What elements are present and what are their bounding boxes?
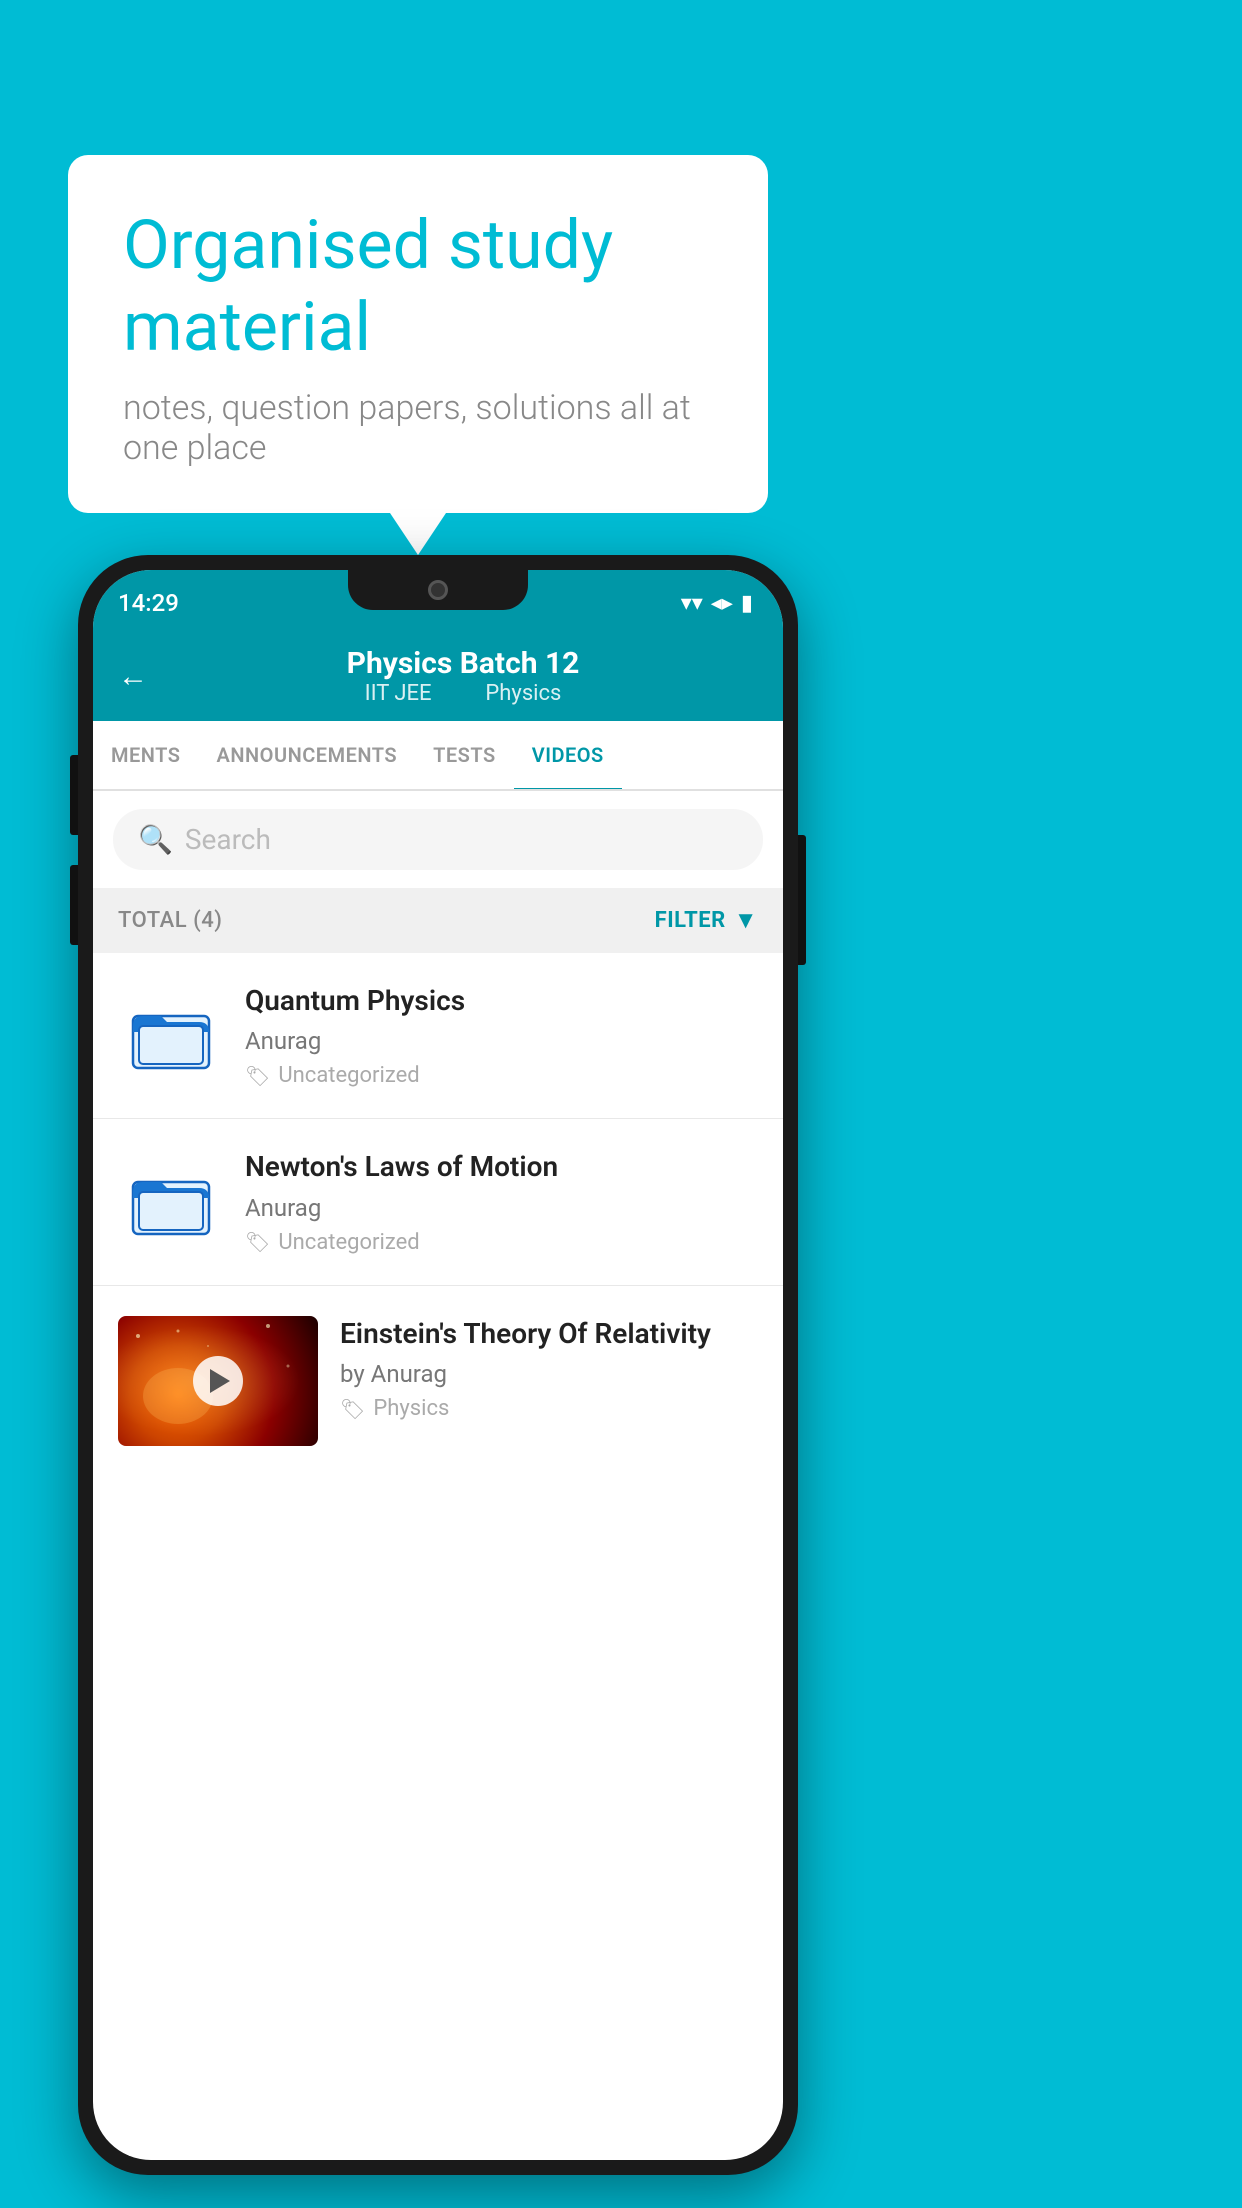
video-tag-3: 🏷 Physics bbox=[340, 1396, 758, 1421]
play-button[interactable] bbox=[193, 1356, 243, 1406]
tab-videos[interactable]: VIDEOS bbox=[514, 721, 622, 789]
play-triangle-icon bbox=[210, 1369, 230, 1393]
filter-label: FILTER bbox=[655, 908, 726, 933]
filter-bar: TOTAL (4) FILTER ▼ bbox=[93, 888, 783, 953]
video-title-2: Newton's Laws of Motion bbox=[245, 1149, 758, 1185]
search-icon: 🔍 bbox=[138, 823, 173, 856]
tag-icon: 🏷 bbox=[245, 1064, 270, 1088]
power-button[interactable] bbox=[798, 835, 806, 965]
total-count: TOTAL (4) bbox=[118, 908, 222, 933]
video-tag-2: 🏷 Uncategorized bbox=[245, 1230, 758, 1255]
tag-label-1: Uncategorized bbox=[278, 1063, 419, 1088]
video-author-1: Anurag bbox=[245, 1027, 758, 1055]
battery-icon: ▮ bbox=[741, 591, 753, 616]
header-title-block: Physics Batch 12 IIT JEE Physics bbox=[168, 646, 758, 706]
video-thumbnail-1 bbox=[118, 983, 223, 1088]
header-subtitle-physics: Physics bbox=[485, 681, 561, 706]
status-time: 14:29 bbox=[118, 589, 179, 617]
speech-bubble-container: Organised study material notes, question… bbox=[68, 155, 768, 513]
wifi-icon: ▾▾ bbox=[681, 591, 703, 616]
list-item[interactable]: Quantum Physics Anurag 🏷 Uncategorized bbox=[93, 953, 783, 1119]
video-tag-1: 🏷 Uncategorized bbox=[245, 1063, 758, 1088]
header-subtitle-iitjee: IIT JEE bbox=[365, 681, 432, 706]
tab-ments[interactable]: MENTS bbox=[93, 721, 199, 789]
folder-icon bbox=[131, 998, 211, 1073]
folder-icon bbox=[131, 1164, 211, 1239]
phone-screen: 14:29 ▾▾ ◂▸ ▮ ← Physics Batch 12 IIT JEE… bbox=[93, 570, 783, 2160]
back-button[interactable]: ← bbox=[118, 659, 148, 694]
tabs-bar: MENTS ANNOUNCEMENTS TESTS VIDEOS bbox=[93, 721, 783, 791]
filter-icon: ▼ bbox=[734, 906, 758, 935]
filter-button[interactable]: FILTER ▼ bbox=[655, 906, 758, 935]
phone-frame: 14:29 ▾▾ ◂▸ ▮ ← Physics Batch 12 IIT JEE… bbox=[78, 555, 798, 2175]
video-thumbnail-2 bbox=[118, 1149, 223, 1254]
signal-icon: ◂▸ bbox=[711, 591, 733, 616]
header-subtitle: IIT JEE Physics bbox=[168, 681, 758, 706]
video-author-2: Anurag bbox=[245, 1194, 758, 1222]
tag-icon: 🏷 bbox=[245, 1230, 270, 1254]
phone-notch bbox=[348, 570, 528, 610]
video-thumbnail-3 bbox=[118, 1316, 318, 1446]
speech-bubble-title: Organised study material bbox=[123, 205, 713, 368]
list-item[interactable]: Einstein's Theory Of Relativity by Anura… bbox=[93, 1286, 783, 1471]
speech-bubble-subtitle: notes, question papers, solutions all at… bbox=[123, 388, 713, 468]
tag-label-3: Physics bbox=[373, 1396, 449, 1421]
status-icons: ▾▾ ◂▸ ▮ bbox=[681, 591, 753, 616]
header-subtitle-separator bbox=[453, 681, 464, 706]
list-item[interactable]: Newton's Laws of Motion Anurag 🏷 Uncateg… bbox=[93, 1119, 783, 1285]
page-title: Physics Batch 12 bbox=[168, 646, 758, 681]
video-title-3: Einstein's Theory Of Relativity bbox=[340, 1316, 758, 1352]
video-list: Quantum Physics Anurag 🏷 Uncategorized bbox=[93, 953, 783, 1471]
tab-announcements[interactable]: ANNOUNCEMENTS bbox=[199, 721, 416, 789]
tag-label-2: Uncategorized bbox=[278, 1230, 419, 1255]
video-info-1: Quantum Physics Anurag 🏷 Uncategorized bbox=[245, 983, 758, 1088]
search-placeholder: Search bbox=[185, 823, 271, 856]
tag-icon: 🏷 bbox=[340, 1397, 365, 1421]
video-title-1: Quantum Physics bbox=[245, 983, 758, 1019]
volume-down-button[interactable] bbox=[70, 865, 78, 945]
tab-tests[interactable]: TESTS bbox=[415, 721, 514, 789]
search-container: 🔍 Search bbox=[93, 791, 783, 888]
search-bar[interactable]: 🔍 Search bbox=[113, 809, 763, 870]
video-info-2: Newton's Laws of Motion Anurag 🏷 Uncateg… bbox=[245, 1149, 758, 1254]
speech-bubble: Organised study material notes, question… bbox=[68, 155, 768, 513]
app-header: ← Physics Batch 12 IIT JEE Physics bbox=[93, 628, 783, 721]
volume-up-button[interactable] bbox=[70, 755, 78, 835]
front-camera bbox=[428, 580, 448, 600]
video-author-3: by Anurag bbox=[340, 1360, 758, 1388]
video-info-3: Einstein's Theory Of Relativity by Anura… bbox=[340, 1316, 758, 1421]
